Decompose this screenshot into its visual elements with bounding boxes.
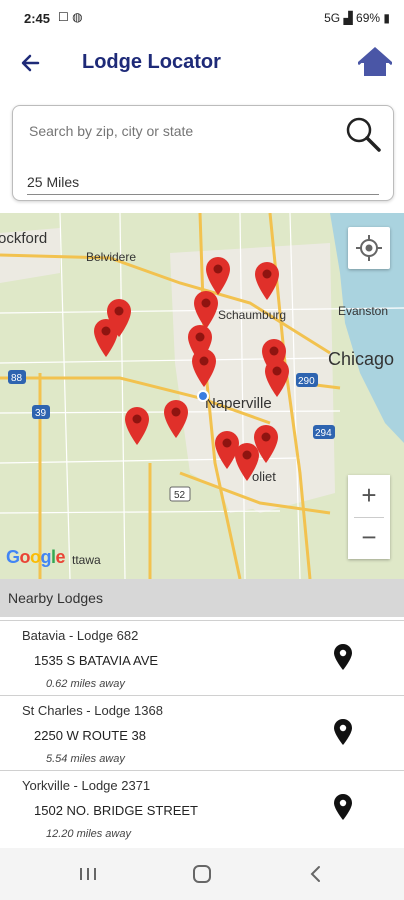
route-88-shield: 88 bbox=[11, 373, 23, 384]
directions-button[interactable] bbox=[333, 794, 353, 820]
lodge-list-item[interactable]: Batavia - Lodge 682 1535 S BATAVIA AVE 0… bbox=[0, 620, 404, 695]
map-marker-icon bbox=[235, 443, 259, 481]
nearby-lodges-header: Nearby Lodges bbox=[0, 579, 404, 617]
home-nav-icon bbox=[193, 865, 211, 883]
battery-level: 69% bbox=[356, 11, 381, 25]
label-belvidere: Belvidere bbox=[86, 250, 136, 264]
divider bbox=[0, 770, 404, 771]
directions-button[interactable] bbox=[333, 644, 353, 670]
search-input[interactable] bbox=[27, 122, 331, 140]
back-arrow-icon bbox=[21, 54, 40, 72]
lodge-marker[interactable] bbox=[233, 441, 261, 481]
google-logo: Google bbox=[6, 547, 66, 567]
page-title: Lodge Locator bbox=[82, 51, 221, 73]
map-marker-icon bbox=[192, 349, 216, 387]
map-marker-icon bbox=[265, 359, 289, 397]
route-290-shield: 290 bbox=[298, 376, 315, 387]
lodge-marker[interactable] bbox=[263, 357, 291, 397]
back-chevron-icon bbox=[310, 866, 320, 882]
lodge-marker[interactable] bbox=[190, 347, 218, 387]
battery-icon: ▮ bbox=[383, 11, 390, 25]
back-button[interactable] bbox=[16, 48, 46, 78]
lodge-name: Yorkville - Lodge 2371 bbox=[22, 778, 151, 793]
label-chicago: Chicago bbox=[328, 349, 394, 369]
lodge-address: 1502 NO. BRIDGE STREET bbox=[34, 803, 198, 818]
location-pin-icon bbox=[334, 719, 352, 745]
status-right: 5G ▟ 69% ▮ bbox=[324, 11, 390, 25]
map-view[interactable]: ockford Belvidere Schaumburg Evanston Ch… bbox=[0, 213, 404, 579]
current-location-dot bbox=[197, 390, 209, 402]
zoom-control: + − bbox=[348, 475, 390, 559]
divider bbox=[0, 620, 404, 621]
crosshair-icon bbox=[356, 235, 382, 261]
map-marker-icon bbox=[164, 400, 188, 438]
network-indicator: 5G bbox=[324, 11, 341, 25]
home-icon bbox=[357, 46, 393, 76]
status-bar: 2:45 ☐ ◍ 5G ▟ 69% ▮ bbox=[0, 0, 404, 36]
lodge-list-item[interactable]: Yorkville - Lodge 2371 1502 NO. BRIDGE S… bbox=[0, 770, 404, 845]
notification-icons: ☐ ◍ bbox=[58, 10, 83, 24]
home-nav-button[interactable] bbox=[188, 860, 216, 888]
lodge-distance: 0.62 miles away bbox=[46, 678, 125, 690]
divider bbox=[0, 695, 404, 696]
route-52-shield: 52 bbox=[174, 490, 186, 501]
directions-button[interactable] bbox=[333, 719, 353, 745]
route-39-shield: 39 bbox=[35, 408, 47, 419]
lodge-name: St Charles - Lodge 1368 bbox=[22, 703, 163, 718]
search-icon bbox=[346, 117, 381, 152]
lodge-marker[interactable] bbox=[92, 317, 120, 357]
signal-icon: ▟ bbox=[343, 11, 353, 25]
radius-select[interactable]: 25 Miles bbox=[27, 174, 379, 195]
label-schaumburg: Schaumburg bbox=[218, 308, 286, 322]
location-pin-icon bbox=[334, 644, 352, 670]
map-marker-icon bbox=[255, 262, 279, 300]
label-naperville: Naperville bbox=[205, 395, 272, 412]
lodge-address: 1535 S BATAVIA AVE bbox=[34, 653, 159, 668]
search-button[interactable] bbox=[343, 114, 383, 154]
map-marker-icon bbox=[94, 319, 118, 357]
lodge-address: 2250 W ROUTE 38 bbox=[34, 728, 146, 743]
lodge-distance: 5.54 miles away bbox=[46, 753, 125, 765]
status-time: 2:45 bbox=[24, 11, 51, 26]
my-location-button[interactable] bbox=[348, 227, 390, 269]
search-card: 25 Miles bbox=[12, 105, 394, 201]
label-evanston: Evanston bbox=[338, 304, 388, 318]
map-marker-icon bbox=[125, 407, 149, 445]
recent-apps-icon bbox=[80, 868, 96, 880]
lodge-marker[interactable] bbox=[123, 405, 151, 445]
back-nav-button[interactable] bbox=[302, 860, 330, 888]
zoom-out-button[interactable]: − bbox=[348, 517, 390, 559]
zoom-in-button[interactable]: + bbox=[348, 475, 390, 517]
app-bar: Lodge Locator bbox=[0, 36, 404, 92]
lodge-list-item[interactable]: St Charles - Lodge 1368 2250 W ROUTE 38 … bbox=[0, 695, 404, 770]
system-nav-bar bbox=[0, 848, 404, 900]
route-294-shield: 294 bbox=[315, 428, 332, 439]
label-rockford: ockford bbox=[0, 230, 47, 247]
lodge-marker[interactable] bbox=[253, 260, 281, 300]
lodge-marker[interactable] bbox=[162, 398, 190, 438]
lodge-name: Batavia - Lodge 682 bbox=[22, 628, 139, 643]
home-button[interactable] bbox=[357, 46, 393, 80]
map-base: ockford Belvidere Schaumburg Evanston Ch… bbox=[0, 213, 404, 579]
section-title: Nearby Lodges bbox=[8, 590, 103, 606]
lodge-distance: 12.20 miles away bbox=[46, 828, 131, 840]
location-pin-icon bbox=[334, 794, 352, 820]
recent-apps-button[interactable] bbox=[74, 860, 102, 888]
label-ottawa: ttawa bbox=[72, 553, 101, 567]
